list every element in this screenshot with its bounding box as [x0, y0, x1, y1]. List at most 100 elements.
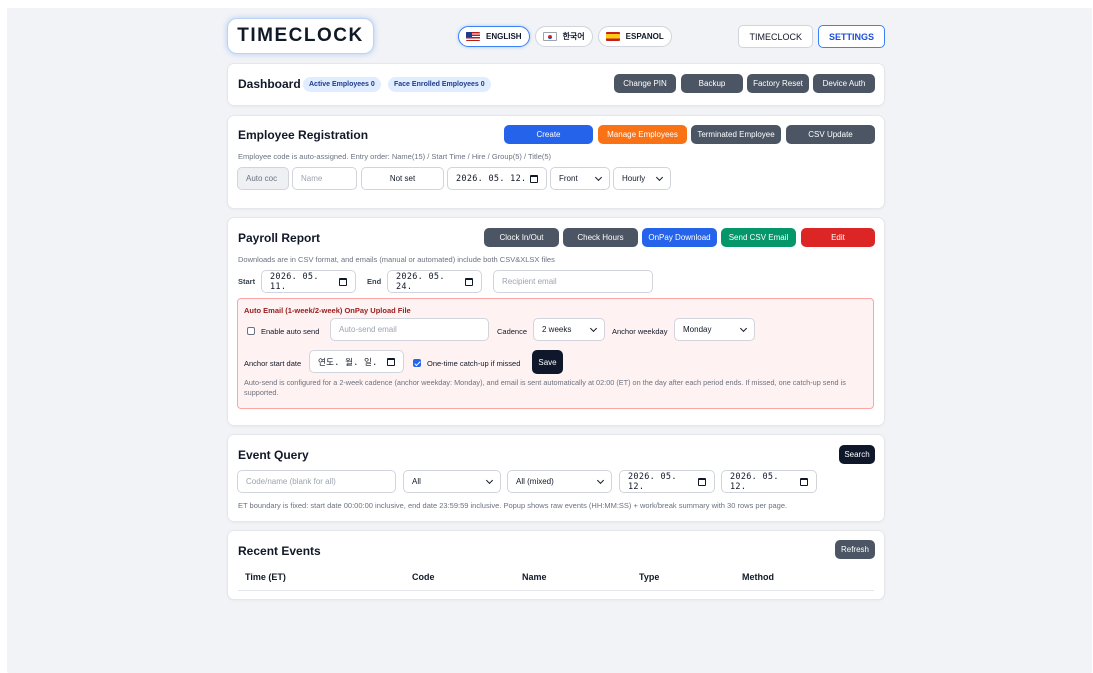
auto-email-panel: Auto Email (1-week/2-week) OnPay Upload …: [237, 298, 874, 409]
calendar-icon: [800, 477, 808, 486]
payroll-start-date-input[interactable]: 2026. 05. 11.: [261, 270, 356, 293]
hire-date-input[interactable]: 2026. 05. 12.: [447, 167, 547, 190]
lang-spanish[interactable]: ESPANOL: [597, 26, 672, 47]
event-query-title: Event Query: [238, 448, 309, 462]
event-type-select[interactable]: All: [403, 470, 501, 493]
edit-button[interactable]: Edit: [801, 228, 875, 247]
send-csv-email-button[interactable]: Send CSV Email: [721, 228, 796, 247]
payroll-start-date-value: 2026. 05. 11.: [270, 271, 319, 292]
employee-registration-card: Employee Registration Create Manage Empl…: [227, 115, 885, 209]
anchor-start-date-value: 연도. 월. 일.: [318, 357, 378, 368]
language-switcher: ENGLISH 한국어 ESPANOL: [458, 26, 672, 47]
check-hours-button[interactable]: Check Hours: [563, 228, 638, 247]
calendar-icon: [530, 174, 538, 183]
event-type-select-value: All: [412, 477, 421, 486]
column-header-type: Type: [639, 572, 660, 582]
event-method-select-value: All (mixed): [516, 477, 554, 486]
change-pin-button[interactable]: Change PIN: [614, 74, 676, 93]
column-header-method: Method: [742, 572, 774, 582]
event-start-date-input[interactable]: 2026. 05. 12.: [619, 470, 715, 493]
lang-spanish-label: ESPANOL: [625, 32, 664, 41]
end-date-label: End: [367, 277, 382, 286]
lang-english-label: ENGLISH: [486, 32, 522, 41]
employee-code-field: Auto coc: [237, 167, 289, 190]
us-flag-icon: [466, 32, 480, 41]
lang-english[interactable]: ENGLISH: [458, 26, 530, 47]
chevron-down-icon: [739, 324, 748, 332]
cadence-select[interactable]: 2 weeks: [533, 318, 605, 341]
auto-send-note: Auto-send is configured for a 2-week cad…: [244, 378, 846, 397]
es-flag-icon: [605, 32, 620, 41]
title-select[interactable]: Hourly: [613, 167, 671, 190]
auto-send-email-input[interactable]: Auto-send email: [330, 318, 489, 341]
face-enrolled-badge: Face Enrolled Employees 0: [388, 77, 491, 92]
chevron-down-icon: [596, 476, 605, 484]
event-end-date-value: 2026. 05. 12.: [730, 471, 779, 492]
chevron-down-icon: [589, 324, 598, 332]
event-start-date-value: 2026. 05. 12.: [628, 471, 677, 492]
registration-title: Employee Registration: [238, 128, 369, 142]
employee-name-input[interactable]: Name: [292, 167, 357, 190]
calendar-icon: [465, 277, 473, 286]
payroll-end-date-input[interactable]: 2026. 05. 24.: [387, 270, 482, 293]
top-nav: TIMECLOCK SETTINGS: [738, 25, 885, 48]
app-logo: TIMECLOCK: [227, 18, 374, 54]
column-header-code: Code: [412, 572, 435, 582]
cadence-label: Cadence: [497, 327, 528, 336]
nav-settings-button[interactable]: SETTINGS: [817, 25, 885, 48]
group-select-value: Front: [559, 174, 578, 183]
recipient-email-input[interactable]: Recipient email: [493, 270, 653, 293]
group-select[interactable]: Front: [550, 167, 610, 190]
auto-save-button[interactable]: Save: [532, 350, 563, 374]
calendar-icon: [339, 277, 347, 286]
recent-events-card: Recent Events Refresh Time (ET) Code Nam…: [227, 530, 885, 600]
table-header-divider: [238, 590, 874, 591]
app-container: TIMECLOCK ENGLISH 한국어 ESPANOL TIMECLOCK …: [227, 18, 885, 600]
enable-auto-send-checkbox[interactable]: [247, 327, 255, 335]
search-button[interactable]: Search: [839, 445, 875, 464]
anchor-start-date-input[interactable]: 연도. 월. 일.: [309, 350, 404, 373]
registration-help-text: Employee code is auto-assigned. Entry or…: [238, 152, 552, 161]
event-query-help-text: ET boundary is fixed: start date 00:00:0…: [238, 501, 788, 510]
calendar-icon: [387, 357, 395, 366]
nav-timeclock-button[interactable]: TIMECLOCK: [738, 25, 813, 48]
refresh-button[interactable]: Refresh: [835, 540, 875, 559]
chevron-down-icon: [655, 173, 664, 181]
start-time-field[interactable]: Not set: [361, 167, 444, 190]
event-method-select[interactable]: All (mixed): [507, 470, 612, 493]
hire-date-value: 2026. 05. 12.: [456, 173, 527, 184]
column-header-time: Time (ET): [245, 572, 286, 582]
chevron-down-icon: [594, 173, 603, 181]
lang-korean[interactable]: 한국어: [534, 26, 593, 47]
terminated-employee-button[interactable]: Terminated Employee: [691, 125, 781, 144]
auto-email-title: Auto Email (1-week/2-week) OnPay Upload …: [244, 306, 411, 315]
csv-update-button[interactable]: CSV Update: [786, 125, 875, 144]
onpay-download-button[interactable]: OnPay Download: [642, 228, 717, 247]
payroll-end-date-value: 2026. 05. 24.: [396, 271, 445, 292]
event-end-date-input[interactable]: 2026. 05. 12.: [721, 470, 817, 493]
anchor-weekday-value: Monday: [683, 325, 712, 334]
event-code-name-input[interactable]: Code/name (blank for all): [237, 470, 396, 493]
backup-button[interactable]: Backup: [681, 74, 743, 93]
anchor-weekday-select[interactable]: Monday: [674, 318, 755, 341]
payroll-help-text: Downloads are in CSV format, and emails …: [238, 255, 555, 264]
top-header: TIMECLOCK ENGLISH 한국어 ESPANOL TIMECLOCK …: [227, 18, 885, 56]
dashboard-card: Dashboard Active Employees 0 Face Enroll…: [227, 63, 885, 106]
manage-employees-button[interactable]: Manage Employees: [598, 125, 687, 144]
event-query-card: Event Query Search Code/name (blank for …: [227, 434, 885, 522]
anchor-start-date-label: Anchor start date: [244, 359, 302, 368]
dashboard-title: Dashboard: [238, 77, 301, 91]
start-date-label: Start: [238, 277, 256, 286]
factory-reset-button[interactable]: Factory Reset: [747, 74, 809, 93]
chevron-down-icon: [485, 476, 494, 484]
device-auth-button[interactable]: Device Auth: [813, 74, 875, 93]
clock-in-out-button[interactable]: Clock In/Out: [484, 228, 559, 247]
catch-up-checkbox[interactable]: [413, 359, 421, 367]
lang-korean-label: 한국어: [562, 32, 585, 41]
calendar-icon: [698, 477, 706, 486]
payroll-title: Payroll Report: [238, 231, 321, 245]
cadence-select-value: 2 weeks: [542, 325, 572, 334]
anchor-weekday-label: Anchor weekday: [612, 327, 668, 336]
catch-up-label: One-time catch-up if missed: [427, 359, 521, 368]
create-button[interactable]: Create: [504, 125, 593, 144]
